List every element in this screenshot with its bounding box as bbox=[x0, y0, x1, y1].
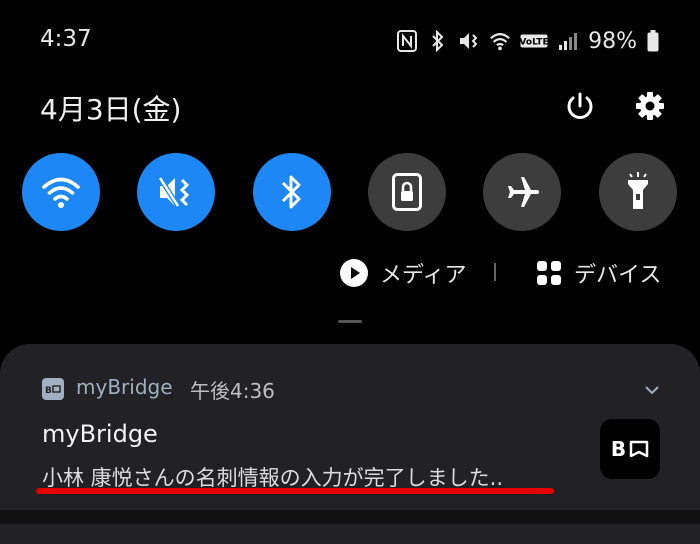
app-large-icon-letter: B bbox=[610, 437, 627, 461]
power-icon bbox=[567, 92, 593, 119]
battery-percent: 98% bbox=[588, 28, 637, 54]
play-icon bbox=[340, 259, 368, 287]
bottom-edge bbox=[0, 510, 700, 524]
battery-icon bbox=[646, 30, 660, 52]
highlight-underline bbox=[36, 488, 554, 494]
bluetooth-toggle[interactable] bbox=[253, 153, 331, 231]
screen-lock-toggle[interactable] bbox=[368, 153, 446, 231]
airplane-toggle[interactable] bbox=[483, 153, 561, 231]
wifi-icon bbox=[42, 177, 80, 208]
devices-button[interactable]: デバイス bbox=[536, 255, 661, 291]
flashlight-icon bbox=[628, 172, 648, 209]
lock-icon bbox=[392, 173, 422, 211]
media-output-button[interactable]: メディア bbox=[340, 255, 466, 291]
svg-text:B: B bbox=[45, 386, 52, 394]
wifi-icon bbox=[489, 30, 511, 52]
notification-time: 午後4:36 bbox=[190, 379, 275, 403]
status-clock: 4:37 bbox=[40, 26, 92, 52]
devices-grid-icon bbox=[537, 261, 561, 285]
app-large-icon: B bbox=[600, 419, 660, 479]
settings-icon bbox=[636, 92, 664, 120]
notification-title: myBridge bbox=[42, 420, 158, 448]
notification-app-name: myBridge bbox=[76, 375, 173, 399]
media-divider bbox=[494, 263, 496, 281]
vibrate-icon bbox=[157, 176, 190, 208]
vibrate-toggle[interactable] bbox=[137, 153, 215, 231]
status-bar: 4:37 VoLTE 98% bbox=[0, 0, 700, 80]
power-button[interactable] bbox=[560, 86, 600, 126]
signal-icon bbox=[557, 30, 579, 52]
media-label: メディア bbox=[380, 263, 467, 288]
status-icons: VoLTE 98% bbox=[396, 26, 660, 56]
devices-label: デバイス bbox=[574, 263, 662, 288]
vibrate-mute-icon bbox=[458, 30, 480, 52]
bluetooth-icon bbox=[281, 175, 301, 209]
chevron-down-icon bbox=[645, 386, 659, 395]
svg-text:VoLTE: VoLTE bbox=[520, 38, 548, 48]
volte-icon: VoLTE bbox=[520, 30, 548, 52]
bluetooth-icon bbox=[427, 30, 449, 52]
date-label: 4月3日(金) bbox=[40, 93, 182, 126]
panel-drag-handle[interactable] bbox=[338, 320, 362, 323]
nfc-icon bbox=[396, 30, 418, 52]
settings-button[interactable] bbox=[630, 86, 670, 126]
flashlight-toggle[interactable] bbox=[599, 153, 677, 231]
wifi-toggle[interactable] bbox=[22, 153, 100, 231]
expand-button[interactable] bbox=[640, 380, 664, 400]
app-small-icon: B bbox=[42, 378, 64, 400]
airplane-icon bbox=[508, 177, 539, 207]
